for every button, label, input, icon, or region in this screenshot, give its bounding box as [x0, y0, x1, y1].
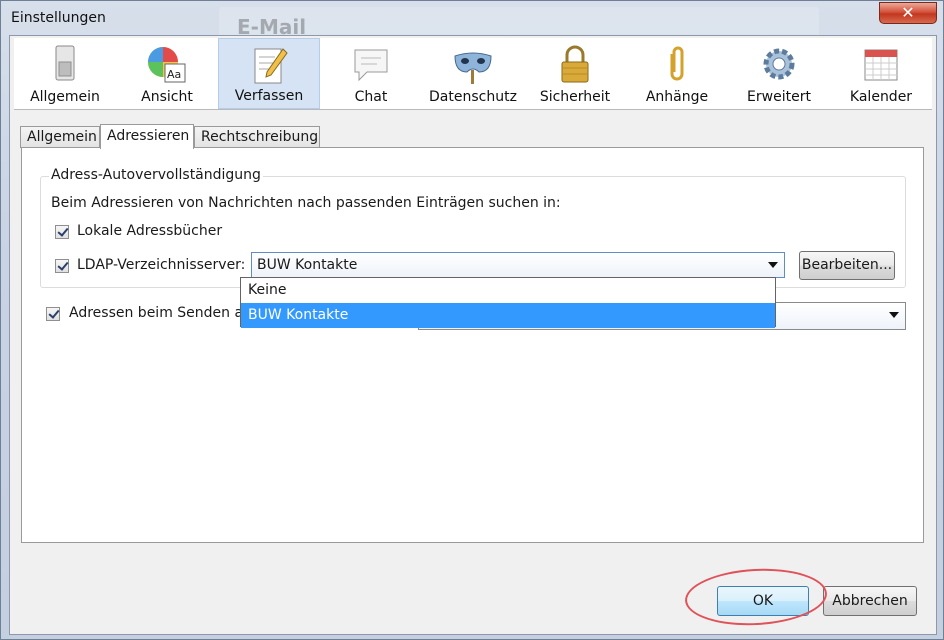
paperclip-icon: [670, 46, 684, 81]
chat-bubble-icon: [354, 49, 388, 82]
toolbar-label: Anhänge: [645, 89, 709, 105]
ldap-label: LDAP-Verzeichnisserver:: [77, 257, 246, 273]
addressing-panel: Adress-Autovervollständigung Beim Adress…: [21, 147, 924, 543]
toolbar-label: Kalender: [849, 89, 913, 105]
window-title: Einstellungen: [11, 10, 106, 26]
toolbar-label: Chat: [354, 89, 388, 105]
compose-icon: [254, 48, 288, 84]
toolbar-label: Erweitert: [747, 89, 811, 105]
cancel-button[interactable]: Abbrechen: [823, 586, 917, 616]
subtab-rechtschreibung[interactable]: Rechtschreibung: [194, 126, 320, 148]
toolbar-item-chat[interactable]: Chat: [320, 38, 422, 109]
mask-icon: [454, 52, 492, 84]
preferences-toolbar: Allgemein Aa Ansicht Verfassen Chat Date…: [14, 38, 932, 110]
toolbar-label: Verfassen: [234, 88, 304, 104]
edit-ldap-button[interactable]: Bearbeiten...: [799, 251, 895, 280]
toolbar-label: Ansicht: [141, 89, 193, 105]
subtab-adressieren[interactable]: Adressieren: [100, 124, 194, 149]
toolbar-item-sicherheit[interactable]: Sicherheit: [524, 38, 626, 109]
local-addressbooks-label: Lokale Adressbücher: [77, 223, 223, 239]
calendar-icon: [864, 49, 898, 81]
dropdown-option-keine[interactable]: Keine: [241, 278, 775, 303]
chevron-down-icon: [768, 262, 778, 268]
ldap-selected-value: BUW Kontakte: [257, 257, 358, 273]
subtab-allgemein[interactable]: Allgemein: [20, 126, 100, 148]
toolbar-item-kalender[interactable]: Kalender: [830, 38, 932, 109]
dialog-client-area: Allgemein Aa Ansicht Verfassen Chat Date…: [9, 35, 937, 635]
autocomplete-group: Adress-Autovervollständigung Beim Adress…: [40, 167, 906, 288]
toolbar-item-erweitert[interactable]: Erweitert: [728, 38, 830, 109]
toolbar-item-anhaenge[interactable]: Anhänge: [626, 38, 728, 109]
toolbar-label: Datenschutz: [429, 89, 517, 105]
gear-icon: [763, 48, 795, 80]
chevron-down-icon: [889, 312, 899, 318]
toolbar-item-verfassen[interactable]: Verfassen: [218, 38, 320, 109]
title-bar: E-Mail Einstellungen ✕: [1, 1, 943, 41]
toolbar-label: Sicherheit: [539, 89, 611, 105]
toolbar-label: Allgemein: [30, 89, 100, 105]
padlock-icon: [561, 45, 589, 83]
search-description: Beim Adressieren von Nachrichten nach pa…: [51, 195, 561, 211]
auto-add-checkbox[interactable]: [46, 307, 60, 321]
svg-text:Aa: Aa: [167, 68, 181, 81]
group-title: Adress-Autovervollständigung: [49, 167, 263, 183]
palette-icon: Aa: [148, 47, 186, 83]
preferences-window: E-Mail Einstellungen ✕ Allgemein Aa Ansi…: [0, 0, 944, 640]
toolbar-item-allgemein[interactable]: Allgemein: [14, 38, 116, 109]
toolbar-item-ansicht[interactable]: Aa Ansicht: [116, 38, 218, 109]
local-addressbooks-checkbox[interactable]: [55, 225, 69, 239]
switch-icon: [55, 45, 75, 81]
close-button[interactable]: ✕: [879, 2, 937, 24]
ldap-dropdown-list: Keine BUW Kontakte: [240, 277, 776, 328]
ldap-checkbox[interactable]: [55, 259, 69, 273]
toolbar-item-datenschutz[interactable]: Datenschutz: [422, 38, 524, 109]
auto-add-label: Adressen beim Senden auto: [69, 305, 266, 321]
ldap-server-select[interactable]: BUW Kontakte: [251, 252, 785, 278]
dropdown-option-buw-kontakte[interactable]: BUW Kontakte: [241, 303, 775, 328]
